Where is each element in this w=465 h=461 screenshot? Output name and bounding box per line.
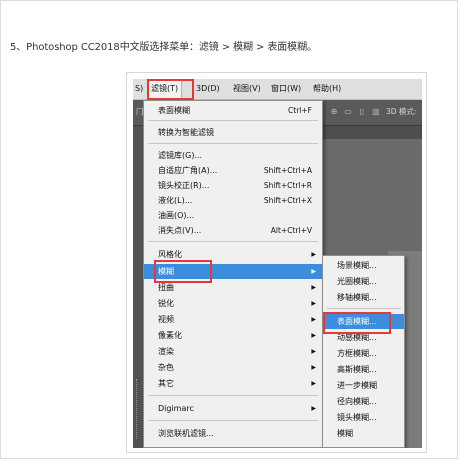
menu-item-filter-gallery[interactable]: 滤镜库(G)... [144, 148, 322, 163]
menu-item-noise[interactable]: 杂色 ▶ [144, 360, 322, 375]
submenu-arrow-icon: ▶ [311, 268, 316, 275]
menu-item-blur[interactable]: 模糊 ▶ [144, 264, 322, 279]
submenu-arrow-icon: ▶ [311, 251, 316, 258]
shortcut: Shift+Ctrl+R [263, 181, 312, 190]
menu-separator [148, 420, 318, 421]
menu-3d[interactable]: 3D(D) [196, 79, 220, 99]
menu-item-oil-paint[interactable]: 油画(O)... [144, 208, 322, 223]
menu-item-browse-online-filters[interactable]: 浏览联机滤镜... [144, 426, 322, 441]
menu-separator [327, 308, 401, 309]
arrange-icon[interactable]: ▥ [371, 107, 381, 117]
menu-separator [148, 143, 318, 144]
distribute-icon[interactable]: ▭ [343, 107, 353, 117]
menu-item-digimarc[interactable]: Digimarc ▶ [144, 401, 322, 416]
submenu-item-further-blur[interactable]: 进一步模糊 [323, 378, 404, 393]
menu-select-fragment[interactable]: S) [135, 79, 143, 99]
shortcut: Ctrl+F [288, 106, 312, 115]
submenu-item-radial-blur[interactable]: 径向模糊... [323, 394, 404, 409]
menu-item-distort[interactable]: 扭曲 ▶ [144, 280, 322, 295]
submenu-item-iris-blur[interactable]: 光圈模糊... [323, 274, 404, 289]
submenu-item-tilt-shift[interactable]: 移轴模糊... [323, 290, 404, 305]
submenu-arrow-icon: ▶ [311, 316, 316, 323]
menu-help[interactable]: 帮助(H) [313, 79, 341, 99]
shortcut: Shift+Ctrl+A [263, 166, 312, 175]
menu-item-stylize[interactable]: 风格化 ▶ [144, 247, 322, 262]
menu-separator [148, 120, 318, 121]
instruction-text: 5、Photoshop CC2018中文版选择菜单：滤镜 > 模糊 > 表面模糊… [10, 42, 317, 53]
submenu-arrow-icon: ▶ [311, 284, 316, 291]
menu-item-convert-smart-filter[interactable]: 转换为智能滤镜 [144, 125, 322, 140]
filter-menu: 表面模糊 Ctrl+F 转换为智能滤镜 滤镜库(G)... 自适应广角(A)..… [143, 100, 323, 448]
align-center-icon[interactable]: ⊕ [329, 107, 339, 117]
dotted-guide [136, 379, 141, 439]
menu-item-pixelate[interactable]: 像素化 ▶ [144, 328, 322, 343]
menu-item-vanishing-point[interactable]: 消失点(V)... Alt+Ctrl+V [144, 223, 322, 238]
menu-item-video[interactable]: 视频 ▶ [144, 312, 322, 327]
align-right-icon[interactable]: ▯ [357, 107, 367, 117]
submenu-item-motion-blur[interactable]: 动感模糊... [323, 330, 404, 345]
submenu-item-surface-blur[interactable]: 表面模糊... [323, 314, 404, 329]
menu-view[interactable]: 视图(V) [233, 79, 261, 99]
submenu-item-blur[interactable]: 模糊 [323, 426, 404, 441]
submenu-arrow-icon: ▶ [311, 405, 316, 412]
menu-item-last-filter[interactable]: 表面模糊 Ctrl+F [144, 103, 322, 118]
submenu-arrow-icon: ▶ [311, 332, 316, 339]
menu-item-liquify[interactable]: 液化(L)... Shift+Ctrl+X [144, 193, 322, 208]
photoshop-window: S) 滤镜(T) 3D(D) 视图(V) 窗口(W) 帮助(H) 门 ⊕ ▭ ▯… [133, 79, 422, 448]
menu-window[interactable]: 窗口(W) [271, 79, 301, 99]
submenu-item-gaussian-blur[interactable]: 高斯模糊... [323, 362, 404, 377]
shortcut: Shift+Ctrl+X [263, 196, 312, 205]
submenu-item-field-blur[interactable]: 场景模糊... [323, 258, 404, 273]
submenu-arrow-icon: ▶ [311, 300, 316, 307]
menu-bar: S) 滤镜(T) 3D(D) 视图(V) 窗口(W) 帮助(H) [133, 79, 422, 100]
menu-item-other[interactable]: 其它 ▶ [144, 376, 322, 391]
submenu-arrow-icon: ▶ [311, 348, 316, 355]
menu-separator [148, 241, 318, 242]
screenshot-figure: S) 滤镜(T) 3D(D) 视图(V) 窗口(W) 帮助(H) 门 ⊕ ▭ ▯… [126, 72, 427, 453]
menu-item-render[interactable]: 渲染 ▶ [144, 344, 322, 359]
submenu-item-lens-blur[interactable]: 镜头模糊... [323, 410, 404, 425]
blur-submenu: 场景模糊... 光圈模糊... 移轴模糊... 表面模糊... 动感模糊... … [322, 255, 405, 448]
submenu-arrow-icon: ▶ [311, 364, 316, 371]
menu-item-adaptive-wide-angle[interactable]: 自适应广角(A)... Shift+Ctrl+A [144, 163, 322, 178]
submenu-arrow-icon: ▶ [311, 380, 316, 387]
menu-separator [148, 395, 318, 396]
shortcut: Alt+Ctrl+V [270, 226, 312, 235]
menu-item-lens-correction[interactable]: 镜头校正(R)... Shift+Ctrl+R [144, 178, 322, 193]
menu-item-sharpen[interactable]: 锐化 ▶ [144, 296, 322, 311]
menu-filter[interactable]: 滤镜(T) [147, 79, 183, 99]
3d-mode-label: 3D 模式: [386, 107, 417, 116]
submenu-item-box-blur[interactable]: 方框模糊... [323, 346, 404, 361]
